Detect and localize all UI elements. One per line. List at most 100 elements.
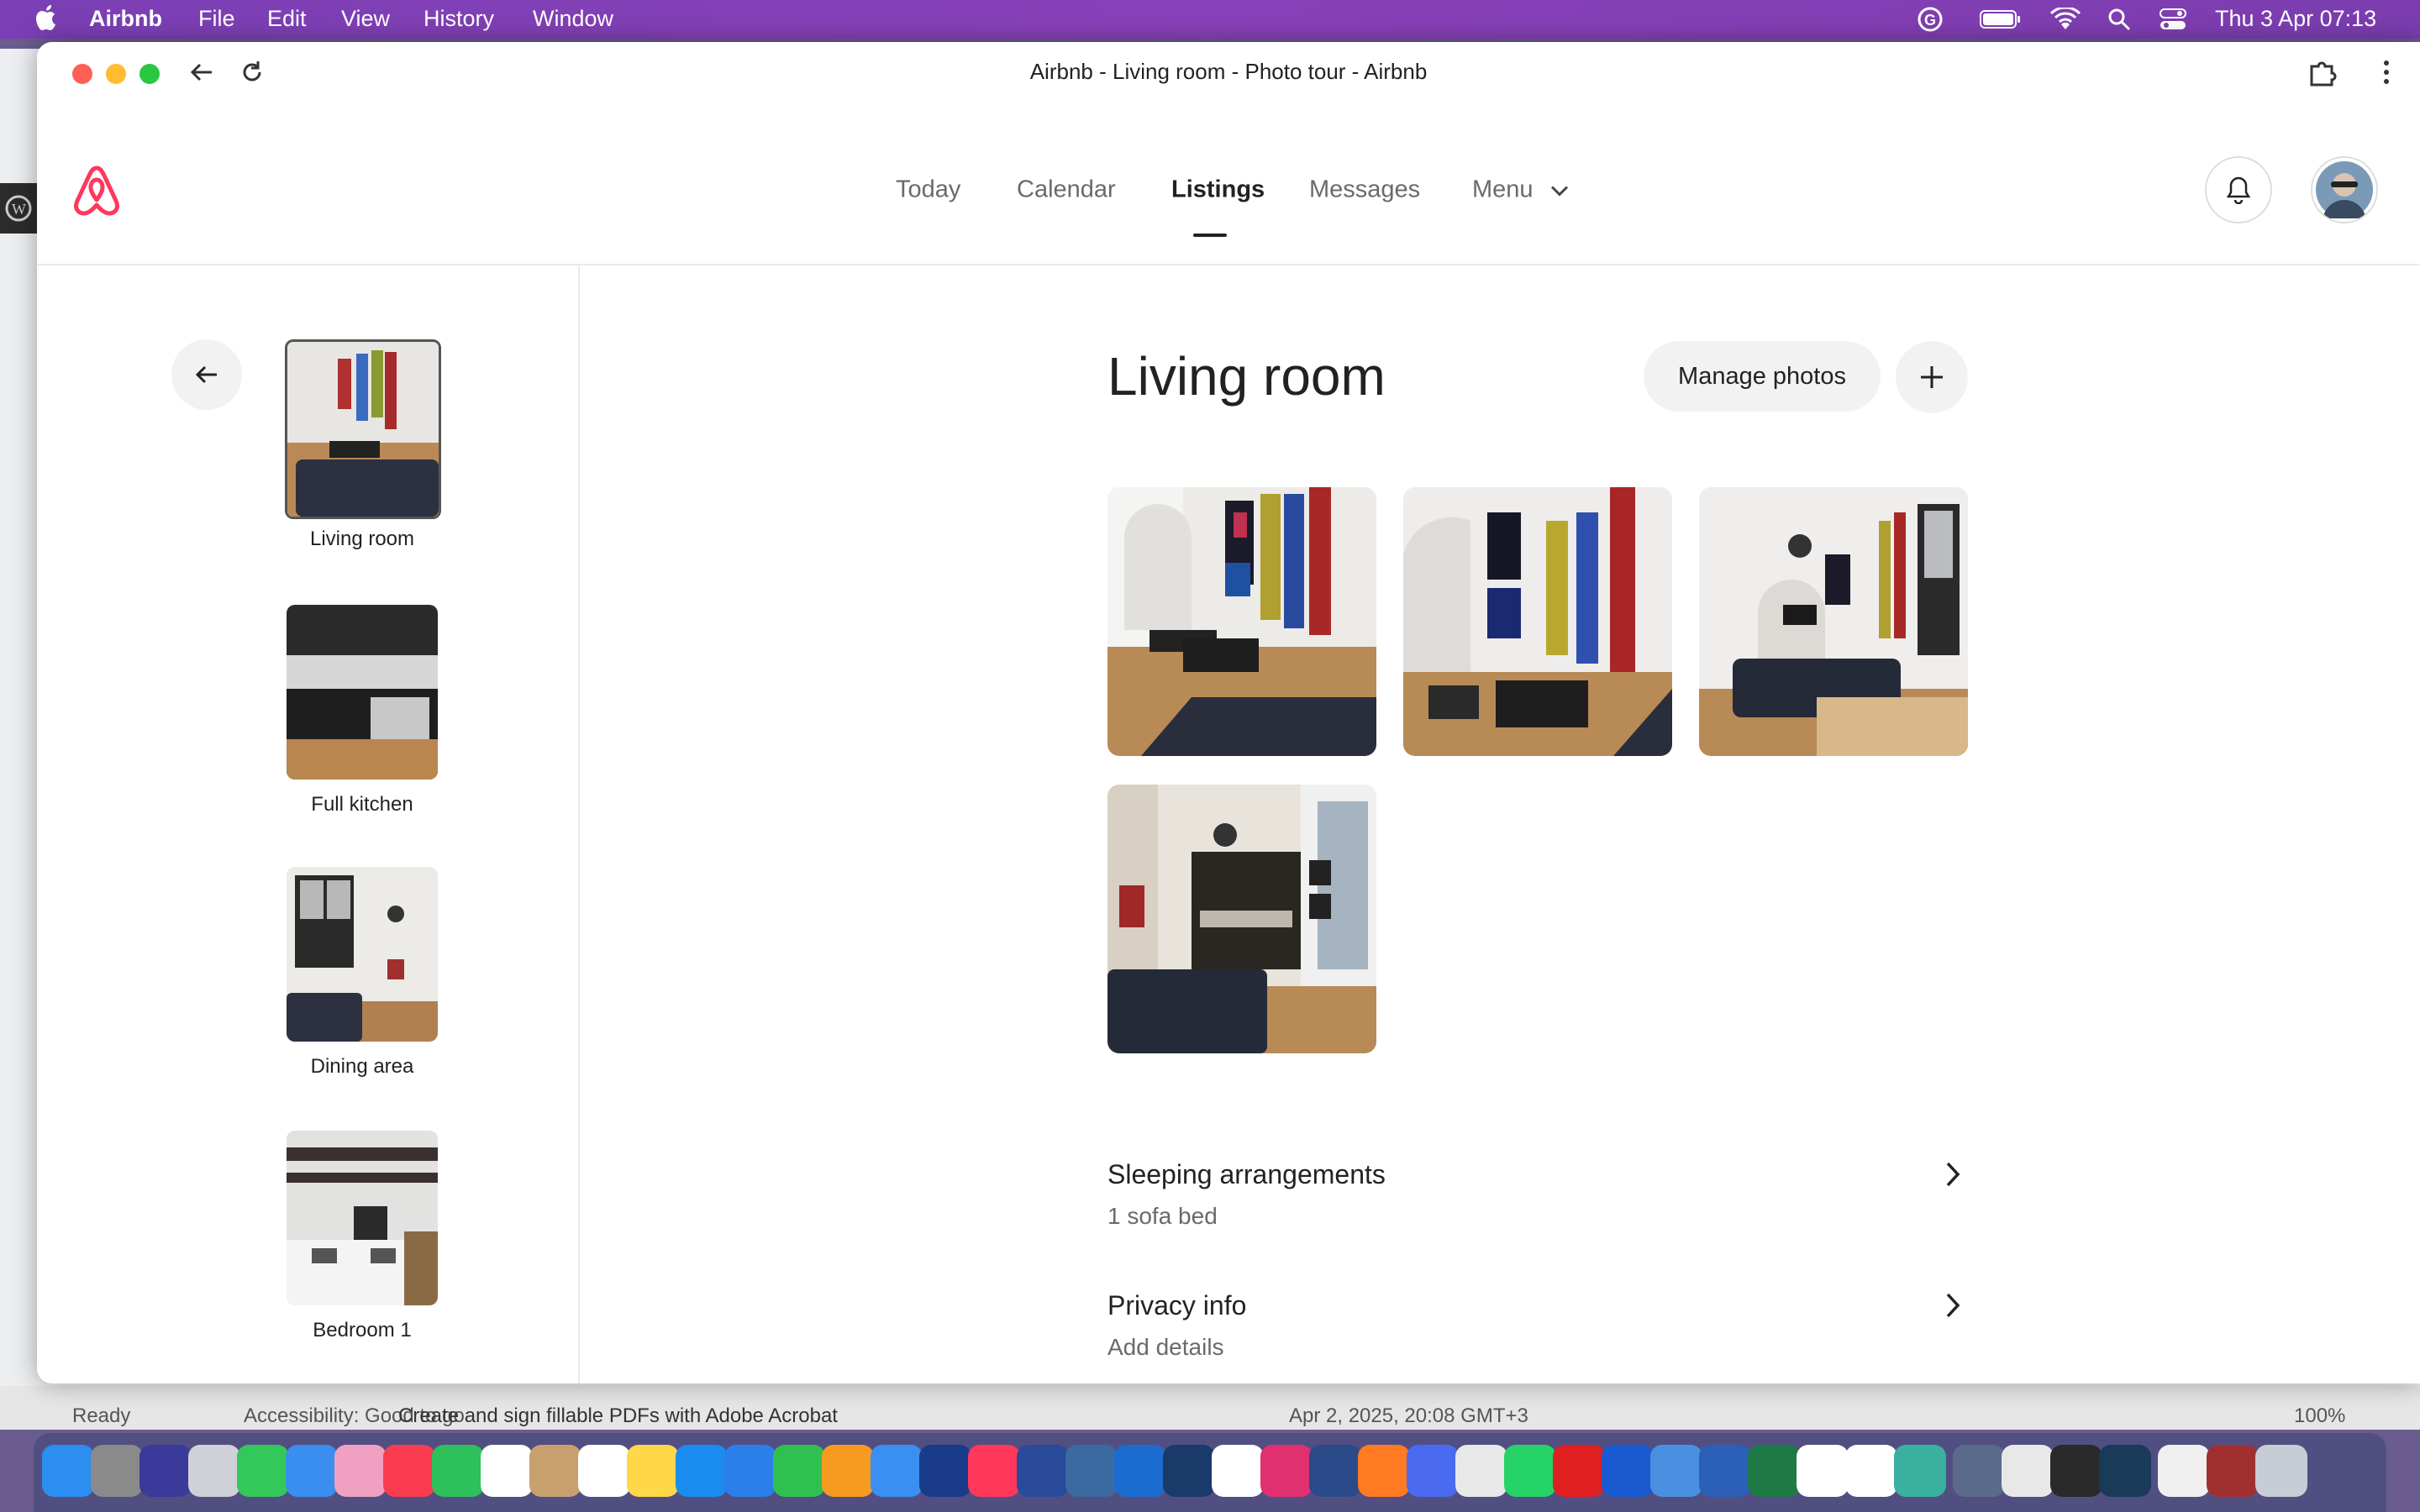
menu-history[interactable]: History	[424, 6, 494, 32]
tree-app-icon[interactable]	[1065, 1445, 1118, 1497]
room-label[interactable]: Bedroom 1	[205, 1319, 519, 1342]
nav-menu[interactable]: Menu	[1472, 176, 1569, 204]
document-icon[interactable]	[2158, 1445, 2210, 1497]
trash-icon[interactable]	[2255, 1445, 2307, 1497]
extensions-icon[interactable]	[2306, 55, 2339, 89]
notifications-button[interactable]	[2205, 156, 2272, 223]
room-photo[interactable]	[1107, 785, 1376, 1053]
sleeping-arrangements-title[interactable]: Sleeping arrangements	[1107, 1159, 1386, 1190]
airbnb-window: Airbnb - Living room - Photo tour - Airb…	[37, 42, 2420, 1383]
nav-messages[interactable]: Messages	[1309, 176, 1420, 204]
chrome-icon[interactable]	[1845, 1445, 1897, 1497]
1password-icon[interactable]	[1650, 1445, 1702, 1497]
airbnb-logo-icon[interactable]	[71, 163, 123, 223]
battery-icon[interactable]	[1980, 9, 2022, 35]
acrobat-icon[interactable]	[1553, 1445, 1605, 1497]
window-title: Airbnb - Living room - Photo tour - Airb…	[1029, 59, 1428, 84]
room-photo[interactable]	[1403, 487, 1672, 756]
nav-today[interactable]: Today	[896, 176, 960, 204]
wifi-icon[interactable]	[2049, 6, 2081, 37]
analytics-icon[interactable]	[1163, 1445, 1215, 1497]
downloader-icon[interactable]	[1260, 1445, 1313, 1497]
spotlight-search-icon[interactable]	[2107, 8, 2131, 37]
cube-app-icon[interactable]	[1894, 1445, 1946, 1497]
booking-icon[interactable]	[919, 1445, 971, 1497]
chevron-right-icon[interactable]	[1936, 1289, 1970, 1322]
messages-icon[interactable]	[237, 1445, 289, 1497]
grammarly-icon[interactable]: G	[1918, 7, 1943, 38]
manage-photos-button[interactable]: Manage photos	[1644, 341, 1881, 412]
menu-file[interactable]: File	[198, 6, 235, 32]
room-label[interactable]: Living room	[205, 528, 519, 551]
room-thumb-bedroom-1[interactable]	[287, 1131, 438, 1305]
tasks-icon[interactable]	[1212, 1445, 1264, 1497]
mail-icon[interactable]	[286, 1445, 338, 1497]
svg-text:W: W	[12, 201, 26, 218]
siri-icon[interactable]	[139, 1445, 192, 1497]
room-sidebar: Living room Full kitchen Dining area Bed…	[37, 265, 580, 1383]
status-ready: Ready	[72, 1404, 131, 1427]
slack-icon[interactable]	[1797, 1445, 1849, 1497]
finder-icon[interactable]	[42, 1445, 94, 1497]
room-label[interactable]: Dining area	[205, 1055, 519, 1079]
printer-icon[interactable]	[2050, 1445, 2102, 1497]
pages-icon[interactable]	[822, 1445, 874, 1497]
more-options-icon[interactable]	[2370, 55, 2403, 89]
contacts-icon[interactable]	[529, 1445, 581, 1497]
chevron-right-icon[interactable]	[1936, 1158, 1970, 1191]
status-date: Apr 2, 2025, 20:08 GMT+3	[1289, 1404, 1528, 1427]
avatar[interactable]	[2311, 156, 2378, 223]
reminders-icon[interactable]	[578, 1445, 630, 1497]
notes-icon[interactable]	[627, 1445, 679, 1497]
textedit-icon[interactable]	[2002, 1445, 2054, 1497]
photos-icon[interactable]	[334, 1445, 387, 1497]
firefox-icon[interactable]	[1358, 1445, 1410, 1497]
menubar-app-name[interactable]: Airbnb	[89, 6, 162, 32]
menu-window[interactable]: Window	[533, 6, 613, 32]
system-settings-icon[interactable]	[91, 1445, 143, 1497]
airbnb-dock-icon[interactable]	[968, 1445, 1020, 1497]
numbers-icon[interactable]	[773, 1445, 825, 1497]
plus-icon	[1921, 366, 1943, 388]
bitwarden-icon[interactable]	[1602, 1445, 1654, 1497]
photo-tour-content: Living room Manage photos Sleeping arran…	[580, 265, 2420, 1383]
arc-icon[interactable]	[1407, 1445, 1459, 1497]
quicktime-icon[interactable]	[2099, 1445, 2151, 1497]
control-center-icon[interactable]	[2160, 8, 2186, 36]
calendar-icon[interactable]	[481, 1445, 533, 1497]
title-bar: Airbnb - Living room - Photo tour - Airb…	[37, 42, 2420, 104]
back-button[interactable]	[171, 339, 242, 410]
launchpad-icon[interactable]	[188, 1445, 240, 1497]
apple-icon[interactable]	[34, 3, 59, 38]
safari-icon[interactable]	[871, 1445, 923, 1497]
facetime-icon[interactable]	[432, 1445, 484, 1497]
room-label[interactable]: Full kitchen	[205, 793, 519, 816]
app-store-icon[interactable]	[676, 1445, 728, 1497]
preview-icon[interactable]	[1455, 1445, 1507, 1497]
nav-calendar[interactable]: Calendar	[1017, 176, 1116, 204]
nav-listings[interactable]: Listings	[1171, 176, 1265, 204]
trello-icon[interactable]	[1114, 1445, 1166, 1497]
menu-view[interactable]: View	[341, 6, 390, 32]
room-photo[interactable]	[1107, 487, 1376, 756]
menubar-clock[interactable]: Thu 3 Apr 07:13	[2215, 6, 2376, 32]
word-icon[interactable]	[1699, 1445, 1751, 1497]
screenshot-app-icon[interactable]	[1953, 1445, 2005, 1497]
stack-icon[interactable]	[2207, 1445, 2259, 1497]
room-thumb-living-room[interactable]	[285, 339, 441, 519]
background-statusbar: Ready Accessibility: Good to go Create a…	[0, 1386, 2420, 1430]
keynote-icon[interactable]	[724, 1445, 776, 1497]
airbnb-header: Today Calendar Listings Messages Menu	[37, 104, 2420, 265]
music-icon[interactable]	[383, 1445, 435, 1497]
vectorworks-icon[interactable]	[1017, 1445, 1069, 1497]
menu-edit[interactable]: Edit	[267, 6, 307, 32]
room-thumb-full-kitchen[interactable]	[287, 605, 438, 780]
privacy-info-title[interactable]: Privacy info	[1107, 1290, 1246, 1321]
add-photo-button[interactable]	[1896, 341, 1968, 413]
whatsapp-icon[interactable]	[1504, 1445, 1556, 1497]
room-thumb-dining-area[interactable]	[287, 867, 438, 1042]
downloads-icon[interactable]	[1309, 1445, 1361, 1497]
room-photo[interactable]	[1699, 487, 1968, 756]
excel-icon[interactable]	[1748, 1445, 1800, 1497]
sleeping-arrangements-summary: 1 sofa bed	[1107, 1203, 1218, 1229]
